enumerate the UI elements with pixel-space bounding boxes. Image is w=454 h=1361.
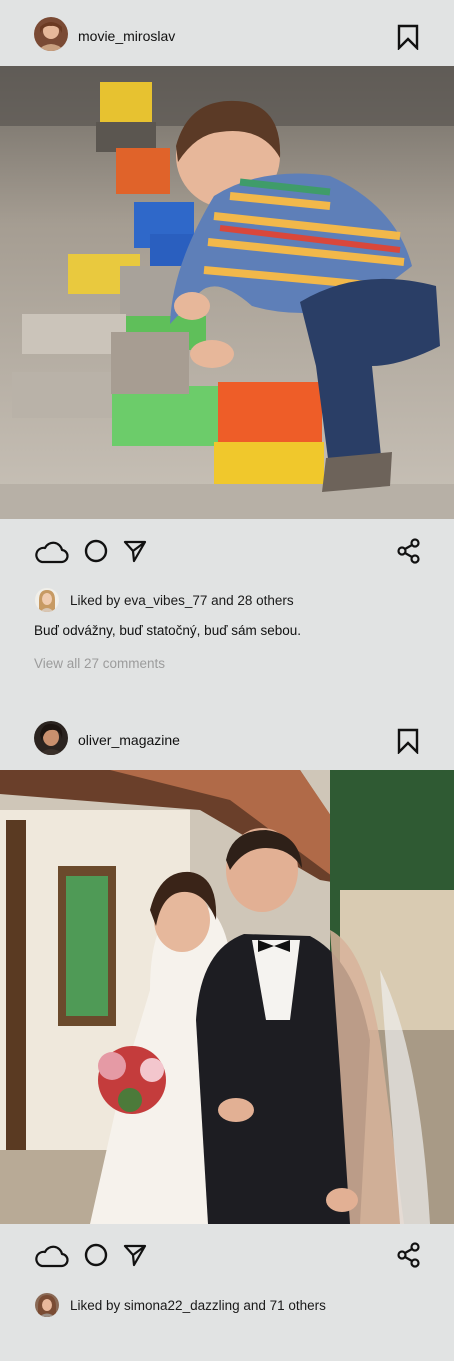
post: movie_miroslav Liked by eva_vibes_77 and… bbox=[0, 0, 454, 704]
post-photo[interactable] bbox=[0, 66, 454, 519]
avatar[interactable] bbox=[34, 721, 68, 755]
post-actions bbox=[0, 532, 454, 572]
cloud-icon[interactable] bbox=[33, 1242, 69, 1270]
feed: movie_miroslav Liked by eva_vibes_77 and… bbox=[0, 0, 454, 1361]
circle-icon[interactable] bbox=[83, 538, 109, 564]
send-icon[interactable] bbox=[122, 538, 148, 564]
likes-text[interactable]: Liked by simona22_dazzling and 71 others bbox=[70, 1298, 326, 1314]
post-photo[interactable] bbox=[0, 770, 454, 1224]
send-icon[interactable] bbox=[122, 1242, 148, 1268]
cloud-icon[interactable] bbox=[33, 538, 69, 566]
share-icon[interactable] bbox=[396, 538, 422, 564]
view-comments-link[interactable]: View all 27 comments bbox=[34, 655, 165, 672]
username[interactable]: movie_miroslav bbox=[78, 28, 175, 44]
post-header: movie_miroslav bbox=[0, 0, 454, 66]
post-actions bbox=[0, 1236, 454, 1276]
avatar[interactable] bbox=[35, 588, 59, 612]
avatar[interactable] bbox=[35, 1293, 59, 1317]
share-icon[interactable] bbox=[396, 1242, 422, 1268]
post-header: oliver_magazine bbox=[0, 704, 454, 770]
likes-text[interactable]: Liked by eva_vibes_77 and 28 others bbox=[70, 593, 294, 609]
post-caption: Buď odvážny, buď statočný, buď sám sebou… bbox=[34, 623, 302, 638]
avatar[interactable] bbox=[34, 17, 68, 51]
post: oliver_magazine Liked by simona22_dazzli… bbox=[0, 704, 454, 1361]
username[interactable]: oliver_magazine bbox=[78, 732, 180, 748]
likes-row: Liked by eva_vibes_77 and 28 others bbox=[0, 585, 454, 615]
circle-icon[interactable] bbox=[83, 1242, 109, 1268]
bookmark-icon[interactable] bbox=[396, 728, 420, 754]
likes-row: Liked by simona22_dazzling and 71 others bbox=[0, 1290, 454, 1320]
bookmark-icon[interactable] bbox=[396, 24, 420, 50]
